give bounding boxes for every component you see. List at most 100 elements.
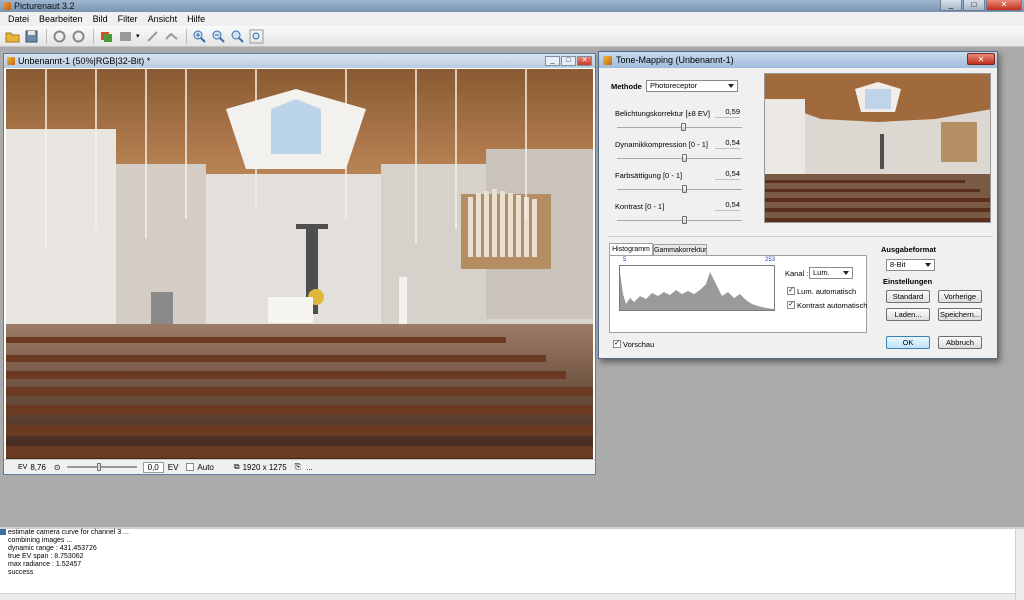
previous-button[interactable]: Vorherige (938, 290, 982, 303)
zoom-100-icon[interactable] (248, 28, 265, 45)
hist-min: 5 (623, 257, 627, 263)
image-dimensions: 1920 x 1275 (242, 462, 287, 472)
chevron-down-icon (843, 271, 849, 275)
exposure-slider-thumb[interactable] (96, 463, 101, 471)
preview-image (764, 73, 991, 223)
document-window: Unbenannt-1 (50%|RGB|32-Bit) * _ □ ✕ EV … (3, 53, 596, 475)
dynamic-compression-track[interactable] (617, 158, 742, 159)
chevron-down-icon[interactable]: ▾ (136, 32, 140, 40)
hdr-generate-icon[interactable] (98, 28, 115, 45)
zoom-fit-icon[interactable] (229, 28, 246, 45)
contrast-label: Kontrast [0 - 1] (615, 202, 665, 211)
saturation-track[interactable] (617, 189, 742, 190)
saturation-value[interactable]: 0,54 (715, 169, 740, 180)
redo-icon[interactable] (70, 28, 87, 45)
channel-dropdown[interactable]: Lum. (809, 267, 853, 279)
dynamic-compression-value[interactable]: 0,54 (715, 138, 740, 149)
zoom-out-icon[interactable] (210, 28, 227, 45)
auto-checkbox[interactable] (186, 463, 195, 471)
doc-close-icon[interactable]: ✕ (577, 56, 592, 66)
doc-minimize-icon[interactable]: _ (545, 56, 560, 66)
exposure-correction-thumb[interactable] (681, 123, 687, 131)
save-icon[interactable] (23, 28, 40, 45)
contrast-thumb[interactable] (681, 216, 687, 224)
contrast-value[interactable]: 0,54 (715, 200, 740, 211)
method-label: Methode (611, 82, 642, 91)
dynamic-compression-thumb[interactable] (681, 154, 687, 162)
menu-ansicht[interactable]: Ansicht (143, 14, 183, 24)
minimize-icon[interactable]: _ (940, 0, 962, 11)
preview-checkbox[interactable]: ✓ (613, 340, 621, 348)
saturation-thumb[interactable] (681, 185, 687, 193)
exposure-correction-label: Belichtungskorrektur [±8 EV] (615, 109, 710, 118)
log-vertical-scrollbar[interactable] (1015, 529, 1024, 600)
document-statusbar: EV 8,76 ⊙ 0,0 EV Auto ⧉ 1920 x 1275 ⎘ ..… (4, 459, 595, 474)
ev-label: EV (18, 463, 28, 471)
dialog-title: Tone-Mapping (Unbenannt-1) (616, 55, 734, 65)
exposure-slider[interactable] (66, 463, 137, 471)
crop-icon[interactable] (144, 28, 161, 45)
log-panel: estimate camera curve for channel 3 ... … (0, 527, 1024, 600)
contrast-track[interactable] (617, 220, 742, 221)
exposure-correction-value[interactable]: 0,59 (715, 107, 740, 118)
undo-icon[interactable] (51, 28, 68, 45)
standard-button[interactable]: Standard (886, 290, 930, 303)
menu-bearbeiten[interactable]: Bearbeiten (34, 14, 88, 24)
toolbar: ▾ (0, 26, 1024, 47)
log-line: estimate camera curve for channel 3 ... (8, 529, 129, 536)
status-ellipsis: ... (306, 462, 313, 472)
exposure-reset-icon[interactable]: ⊙ (54, 463, 61, 472)
hist-max: 253 (765, 257, 776, 263)
menu-hilfe[interactable]: Hilfe (182, 14, 210, 24)
document-titlebar: Unbenannt-1 (50%|RGB|32-Bit) * _ □ ✕ (4, 54, 595, 68)
contrast-auto-checkbox[interactable]: ✓ (787, 301, 795, 309)
auto-label: Auto (197, 462, 214, 472)
load-button[interactable]: Laden... (886, 308, 930, 321)
dialog-icon (603, 55, 612, 65)
app-title: Picturenaut 3.2 (14, 1, 75, 11)
log-horizontal-scrollbar[interactable] (0, 593, 1015, 600)
dialog-close-icon[interactable]: ✕ (967, 53, 995, 65)
settings-label: Einstellungen (883, 277, 933, 286)
transform-icon[interactable] (163, 28, 180, 45)
maximize-icon[interactable]: □ (963, 0, 985, 11)
menu-filter[interactable]: Filter (113, 14, 143, 24)
output-format-value: 8-Bit (890, 260, 906, 269)
saturation-label: Farbsättigung [0 - 1] (615, 171, 683, 180)
channel-value: Lum. (813, 268, 830, 277)
exposure-correction-track[interactable] (617, 127, 742, 128)
menu-bild[interactable]: Bild (88, 14, 113, 24)
zoom-in-icon[interactable] (191, 28, 208, 45)
tone-mapping-dialog: Tone-Mapping (Unbenannt-1) ✕ Methode Pho… (598, 51, 998, 359)
app-titlebar: Picturenaut 3.2 _ □ ✕ (0, 0, 1024, 12)
layers-icon[interactable] (117, 28, 134, 45)
dialog-divider (607, 236, 993, 237)
church-image[interactable] (6, 69, 593, 460)
close-icon[interactable]: ✕ (986, 0, 1022, 11)
log-line: dynamic range : 431.453726 (8, 545, 97, 552)
open-folder-icon[interactable] (4, 28, 21, 45)
preview-label: Vorschau (623, 340, 655, 349)
lum-auto-checkbox[interactable]: ✓ (787, 287, 795, 295)
ev-readout: 8,76 (30, 462, 46, 472)
histogram-chart (619, 265, 775, 311)
log-line: success (8, 569, 34, 576)
doc-maximize-icon[interactable]: □ (561, 56, 576, 66)
cancel-button[interactable]: Abbruch (938, 336, 982, 349)
exposure-value-field[interactable]: 0,0 (142, 461, 164, 473)
dialog-titlebar: Tone-Mapping (Unbenannt-1) ✕ (599, 52, 997, 68)
method-dropdown[interactable]: Photoreceptor (646, 80, 738, 92)
crop-size-icon: ⧉ (233, 462, 240, 471)
log-line: combining images ... (8, 537, 73, 544)
contrast-auto-label: Kontrast automatisch (797, 301, 868, 310)
ok-button[interactable]: OK (886, 336, 930, 349)
log-line: max radiance : 1.52457 (8, 561, 82, 568)
app-icon (3, 2, 11, 10)
dynamic-compression-label: Dynamikkompression [0 - 1] (615, 140, 708, 149)
output-format-dropdown[interactable]: 8-Bit (886, 259, 935, 271)
menu-datei[interactable]: Datei (3, 14, 34, 24)
histogram-area (620, 272, 774, 310)
save-settings-button[interactable]: Speichern... (938, 308, 982, 321)
output-format-label: Ausgabeformat (881, 245, 937, 254)
chevron-down-icon (728, 84, 734, 88)
